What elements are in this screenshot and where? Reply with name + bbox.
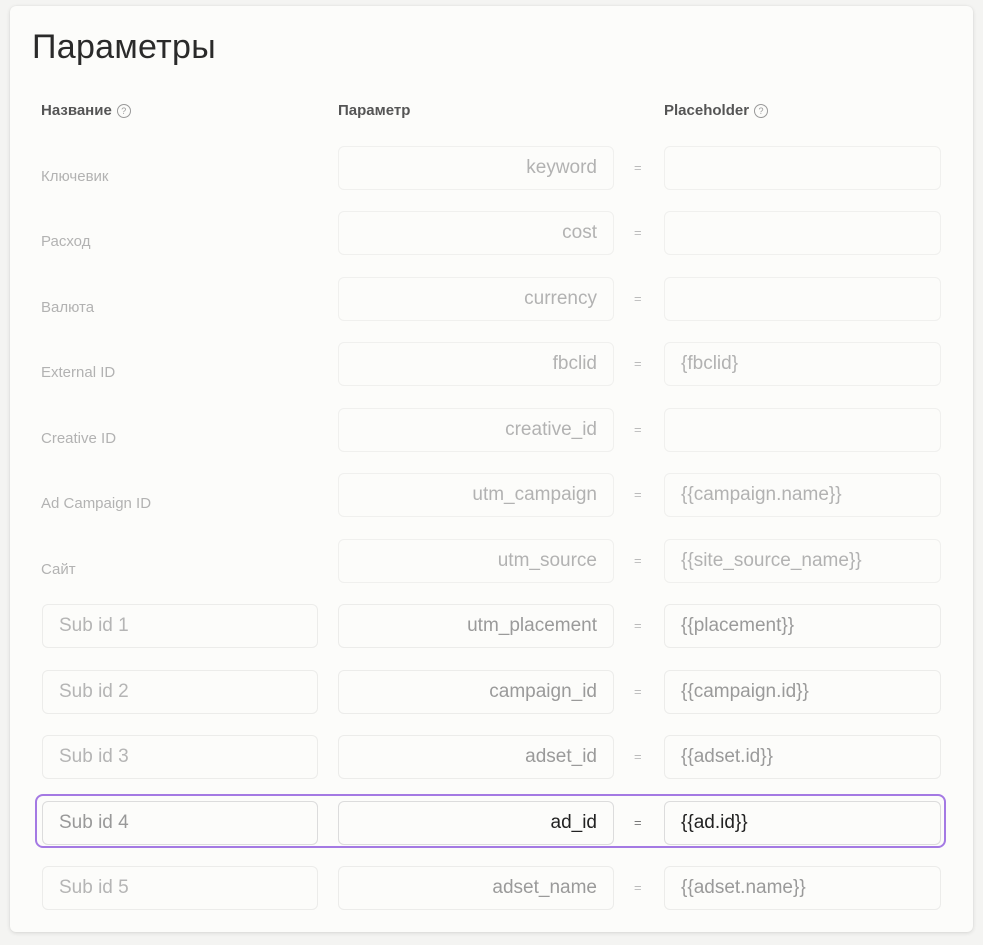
column-header-placeholder-label: Placeholder	[664, 102, 750, 119]
placeholder-input[interactable]: {{site_source_name}}	[664, 539, 941, 583]
column-header-param: Параметр	[338, 102, 410, 119]
param-row: Creative ID creative_id =	[10, 408, 973, 456]
placeholder-input[interactable]: {{ad.id}}	[664, 801, 941, 845]
param-name: Ad Campaign ID	[41, 495, 152, 512]
equals-sign: =	[634, 749, 642, 764]
equals-sign: =	[634, 356, 642, 371]
param-input[interactable]: creative_id	[338, 408, 614, 452]
equals-sign: =	[634, 553, 642, 568]
param-row: Sub id 1 utm_placement = {{placement}}	[10, 604, 973, 652]
column-header-param-label: Параметр	[338, 102, 411, 119]
equals-sign: =	[634, 815, 642, 830]
equals-sign: =	[634, 225, 642, 240]
equals-sign: =	[634, 618, 642, 633]
param-input[interactable]: utm_campaign	[338, 473, 614, 517]
param-input[interactable]: fbclid	[338, 342, 614, 386]
equals-sign: =	[634, 684, 642, 699]
param-name: Creative ID	[41, 430, 117, 447]
placeholder-input[interactable]: {fbclid}	[664, 342, 941, 386]
equals-sign: =	[634, 160, 642, 175]
param-input[interactable]: cost	[338, 211, 614, 255]
param-row: Валюта currency =	[10, 277, 973, 325]
param-input[interactable]: ad_id	[338, 801, 614, 845]
placeholder-input[interactable]: {{placement}}	[664, 604, 941, 648]
equals-sign: =	[634, 880, 642, 895]
param-row: Сайт utm_source = {{site_source_name}}	[10, 539, 973, 587]
param-row: Расход cost =	[10, 211, 973, 259]
param-input[interactable]: utm_placement	[338, 604, 614, 648]
param-row: External ID fbclid = {fbclid}	[10, 342, 973, 390]
placeholder-input[interactable]: {{adset.name}}	[664, 866, 941, 910]
page-title: Параметры	[32, 28, 216, 66]
placeholder-input[interactable]	[664, 211, 941, 255]
placeholder-input[interactable]	[664, 277, 941, 321]
param-row: Ключевик keyword =	[10, 146, 973, 194]
param-row: Sub id 2 campaign_id = {{campaign.id}}	[10, 670, 973, 718]
subid-name-input[interactable]: Sub id 1	[42, 604, 318, 648]
subid-name-input[interactable]: Sub id 5	[42, 866, 318, 910]
param-input[interactable]: utm_source	[338, 539, 614, 583]
param-name: Ключевик	[41, 168, 109, 185]
help-icon[interactable]: ?	[754, 103, 769, 118]
equals-sign: =	[634, 487, 642, 502]
subid-name-input[interactable]: Sub id 3	[42, 735, 318, 779]
column-header-placeholder: Placeholder ?	[664, 102, 769, 119]
param-input[interactable]: keyword	[338, 146, 614, 190]
placeholder-input[interactable]	[664, 408, 941, 452]
column-header-name-label: Название	[41, 102, 112, 119]
param-name: External ID	[41, 364, 116, 381]
param-name: Расход	[41, 233, 91, 250]
placeholder-input[interactable]	[664, 146, 941, 190]
param-name: Валюта	[41, 299, 95, 316]
param-row-highlighted: Sub id 4 ad_id = {{ad.id}}	[10, 801, 973, 849]
param-input[interactable]: currency	[338, 277, 614, 321]
equals-sign: =	[634, 422, 642, 437]
param-input[interactable]: adset_id	[338, 735, 614, 779]
subid-name-input[interactable]: Sub id 2	[42, 670, 318, 714]
param-row: Sub id 3 adset_id = {{adset.id}}	[10, 735, 973, 783]
param-name: Сайт	[41, 561, 76, 578]
column-header-name: Название ?	[41, 102, 131, 119]
equals-sign: =	[634, 291, 642, 306]
placeholder-input[interactable]: {{adset.id}}	[664, 735, 941, 779]
placeholder-input[interactable]: {{campaign.name}}	[664, 473, 941, 517]
parameters-card: Параметры Название ? Параметр Placeholde…	[10, 6, 973, 932]
param-row: Ad Campaign ID utm_campaign = {{campaign…	[10, 473, 973, 521]
param-input[interactable]: adset_name	[338, 866, 614, 910]
placeholder-input[interactable]: {{campaign.id}}	[664, 670, 941, 714]
param-input[interactable]: campaign_id	[338, 670, 614, 714]
subid-name-input[interactable]: Sub id 4	[42, 801, 318, 845]
help-icon[interactable]: ?	[116, 103, 131, 118]
param-row: Sub id 5 adset_name = {{adset.name}}	[10, 866, 973, 914]
